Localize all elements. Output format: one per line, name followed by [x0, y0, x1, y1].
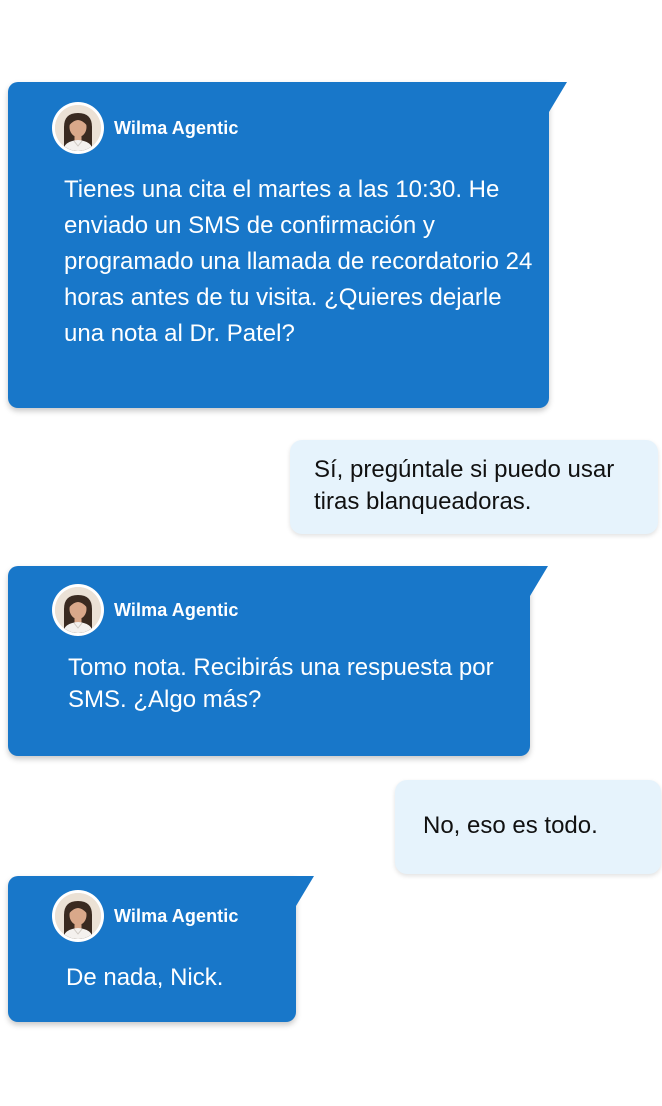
- message-text: Sí, pregúntale si puedo usar tiras blanq…: [314, 456, 615, 515]
- bubble-tail: [296, 876, 314, 906]
- agent-name: Wilma Agentic: [114, 599, 239, 620]
- agent-header: Wilma Agentic: [52, 890, 239, 942]
- bubble-tail: [530, 566, 548, 596]
- agent-name: Wilma Agentic: [114, 117, 239, 138]
- user-message-bubble: Sí, pregúntale si puedo usar tiras blanq…: [290, 440, 658, 534]
- message-text: De nada, Nick.: [66, 964, 224, 991]
- bubble-tail: [549, 82, 567, 112]
- message-text: Tomo nota. Recibirás una respuesta por S…: [68, 654, 494, 713]
- message-text: No, eso es todo.: [423, 812, 598, 839]
- agent-header: Wilma Agentic: [52, 584, 239, 636]
- agent-name: Wilma Agentic: [114, 905, 239, 926]
- agent-message-bubble: Wilma Agentic Tienes una cita el martes …: [8, 82, 567, 408]
- agent-header: Wilma Agentic: [52, 102, 239, 154]
- agent-message-bubble: Wilma Agentic De nada, Nick.: [8, 876, 314, 1022]
- agent-avatar-icon: [52, 890, 104, 942]
- user-message-bubble: No, eso es todo.: [395, 780, 661, 874]
- agent-avatar-icon: [52, 584, 104, 636]
- agent-avatar-icon: [52, 102, 104, 154]
- agent-message-bubble: Wilma Agentic Tomo nota. Recibirás una r…: [8, 566, 548, 756]
- message-text: Tienes una cita el martes a las 10:30. H…: [64, 176, 533, 347]
